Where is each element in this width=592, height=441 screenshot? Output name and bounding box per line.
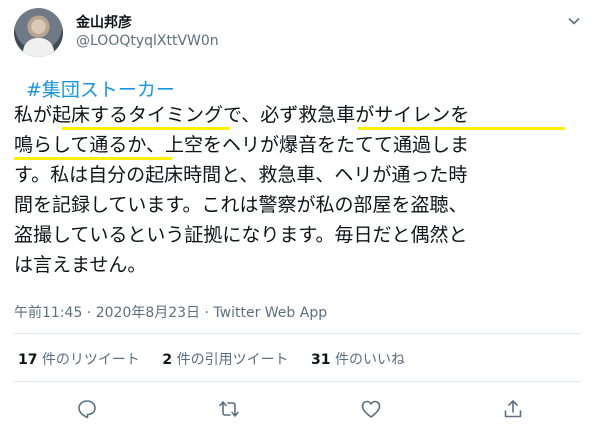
tweet-line: す。私は自分の起床時間と、救急車、ヘリが通った時 [14, 164, 468, 186]
retweet-icon[interactable] [218, 398, 240, 420]
tweet-line: は言えません。 [14, 254, 147, 276]
share-icon[interactable] [502, 398, 524, 420]
like-icon[interactable] [360, 398, 382, 420]
quote-stat[interactable]: 2 件の引用ツイート [162, 352, 288, 368]
divider [14, 381, 580, 382]
tweet-line: 鳴らして通るか、上空をヘリが爆音をたてて通過しま [14, 134, 470, 156]
reply-icon[interactable] [76, 398, 98, 420]
highlight-underline [358, 127, 565, 130]
action-bar [0, 398, 592, 424]
tweet-timestamp[interactable]: 午前11:45 · 2020年8月23日 · Twitter Web App [14, 302, 327, 322]
hashtag-link[interactable]: #集団ストーカー [26, 75, 175, 102]
divider [14, 333, 580, 334]
tweet-line: 私が起床するタイミングで、必ず救急車がサイレンを [14, 104, 470, 126]
highlight-underline [62, 127, 230, 130]
chevron-down-icon[interactable] [567, 14, 581, 28]
retweet-stat[interactable]: 17 件のリツイート [18, 352, 140, 368]
avatar[interactable] [14, 8, 63, 57]
tweet-line: 間を記録しています。これは警察が私の部屋を盗聴、 [14, 194, 468, 216]
tweet-stats: 17 件のリツイート 2 件の引用ツイート 31 件のいいね [18, 349, 423, 369]
tweet-line: 盗撮しているという証拠になります。毎日だと偶然と [14, 224, 468, 246]
author-name[interactable]: 金山邦彦 [76, 12, 132, 32]
author-handle[interactable]: @LOOQtyqlXttVW0n [76, 33, 219, 49]
highlight-underline [14, 157, 172, 160]
like-stat[interactable]: 31 件のいいね [311, 352, 405, 368]
